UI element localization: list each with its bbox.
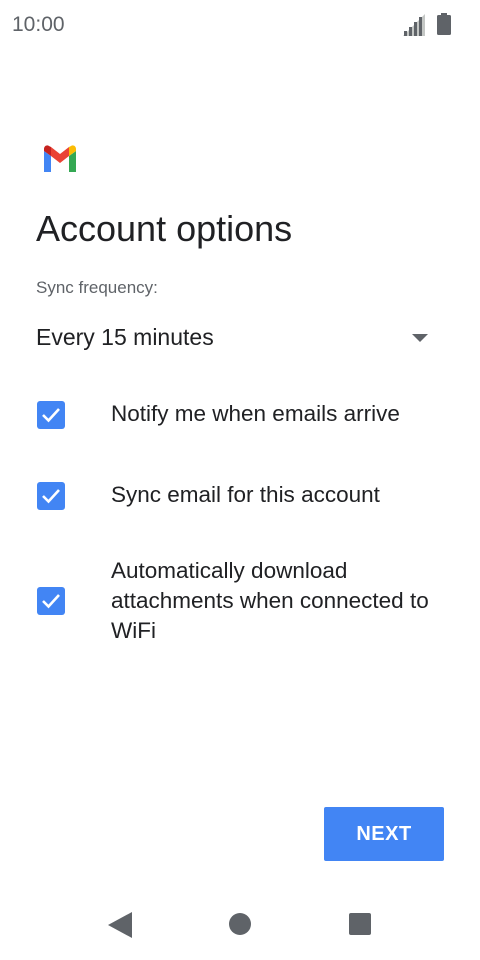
battery-icon bbox=[437, 13, 451, 35]
sync-frequency-value: Every 15 minutes bbox=[36, 324, 214, 350]
option-auto-download[interactable]: Automatically download attachments when … bbox=[36, 556, 456, 648]
status-time: 10:00 bbox=[12, 13, 65, 36]
next-button[interactable]: NEXT bbox=[324, 807, 444, 861]
recents-icon[interactable] bbox=[349, 913, 371, 935]
navigation-bar bbox=[0, 890, 480, 960]
option-label-auto-download: Automatically download attachments when … bbox=[111, 558, 429, 643]
option-label-sync-email: Sync email for this account bbox=[111, 482, 380, 507]
page-title: Account options bbox=[36, 208, 293, 249]
option-sync-email[interactable]: Sync email for this account bbox=[36, 480, 456, 512]
option-label-notify-emails: Notify me when emails arrive bbox=[111, 401, 400, 426]
back-icon[interactable] bbox=[108, 912, 132, 938]
checkmark-icon bbox=[42, 594, 60, 609]
option-notify-emails[interactable]: Notify me when emails arrive bbox=[36, 399, 456, 431]
dropdown-arrow-icon bbox=[412, 334, 428, 342]
checkbox-auto-download[interactable] bbox=[37, 587, 65, 615]
checkmark-icon bbox=[42, 489, 60, 504]
gmail-logo bbox=[44, 145, 76, 172]
checkbox-notify-emails[interactable] bbox=[37, 401, 65, 429]
checkbox-sync-email[interactable] bbox=[37, 482, 65, 510]
signal-icon bbox=[403, 14, 425, 36]
checkmark-icon bbox=[42, 408, 60, 423]
sync-frequency-dropdown[interactable]: Every 15 minutes bbox=[36, 318, 436, 358]
status-bar: 10:00 bbox=[0, 0, 480, 52]
sync-frequency-label: Sync frequency: bbox=[36, 278, 158, 297]
home-icon[interactable] bbox=[229, 913, 251, 935]
